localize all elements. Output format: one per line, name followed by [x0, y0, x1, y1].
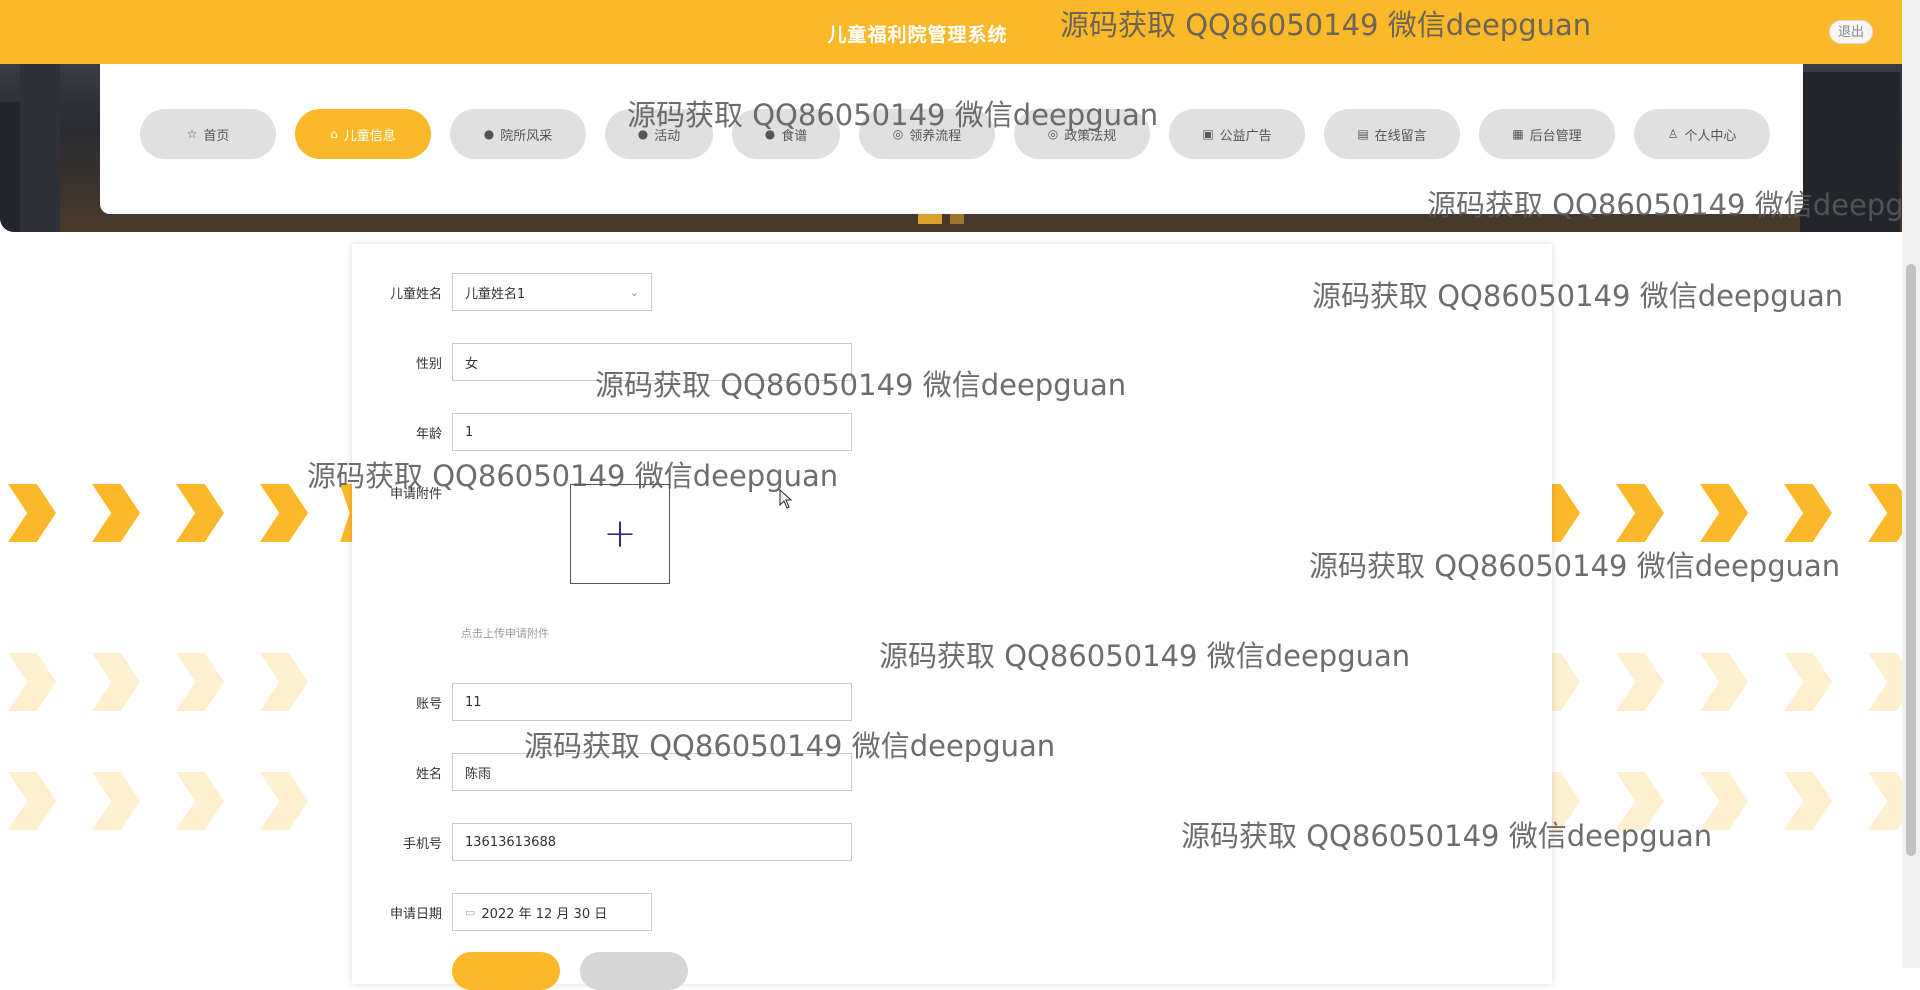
bag-icon: ⌂: [330, 127, 338, 141]
chevron-shape: [92, 484, 140, 542]
form-row-phone: 手机号 13613613688: [352, 823, 852, 861]
top-header: 儿童福利院管理系统 退出: [0, 0, 1902, 64]
watermark-text: 源码获取 QQ86050149 微信deepguan: [879, 639, 1411, 673]
grid-icon: ▦: [1512, 127, 1524, 141]
nav-label: 儿童信息: [343, 128, 396, 144]
info-icon: ●: [483, 127, 495, 141]
field-label: 年龄: [415, 426, 442, 442]
phone-input[interactable]: 13613613688: [452, 823, 852, 861]
chevron-shape: [1784, 484, 1832, 542]
account-input[interactable]: 11: [452, 683, 852, 721]
chevron-shape: [176, 484, 224, 542]
chevron-shape: [92, 653, 140, 711]
chevron-down-icon: ⌄: [629, 285, 639, 299]
camera-icon: ▣: [1202, 127, 1214, 141]
cancel-button[interactable]: [580, 952, 688, 990]
nav-item-style[interactable]: ● 院所风采: [450, 109, 586, 159]
user-icon: ♙: [1667, 127, 1679, 141]
nav-label: 公益广告: [1219, 128, 1272, 144]
form-row-child-name: 儿童姓名 儿童姓名1 ⌄: [352, 273, 652, 311]
chevron-shape: [260, 653, 308, 711]
chevron-shape: [1784, 772, 1832, 830]
nav-item-message[interactable]: ▤ 在线留言: [1324, 109, 1460, 159]
chevron-shape: [1616, 653, 1664, 711]
nav-item-home[interactable]: ☆ 首页: [140, 109, 276, 159]
watermark-text: 源码获取 QQ86050149 微信deepguan: [1309, 549, 1841, 583]
watermark-text: 源码获取 QQ86050149 微信deepguan: [1060, 8, 1592, 42]
watermark-text: 源码获取 QQ86050149 微信deepguan: [307, 459, 839, 493]
chevron-shape: [260, 484, 308, 542]
nav-label: 首页: [203, 128, 230, 144]
chevron-shape: [1616, 484, 1664, 542]
chevron-shape: [8, 772, 56, 830]
submit-button[interactable]: [452, 952, 560, 990]
nav-label: 在线留言: [1374, 128, 1427, 144]
chevron-shape: [8, 484, 56, 542]
watermark-text: 源码获取 QQ86050149 微信deepguan: [595, 368, 1127, 402]
field-label: 姓名: [415, 766, 442, 782]
nav-label: 院所风采: [500, 128, 553, 144]
printer-icon: ▤: [1357, 127, 1369, 141]
child-name-select[interactable]: 儿童姓名1 ⌄: [452, 273, 652, 311]
watermark-text: 源码获取 QQ86050149 微信deepguan: [524, 729, 1056, 763]
building-shape: [20, 64, 60, 232]
field-label: 手机号: [402, 836, 442, 852]
nav-label: 后台管理: [1529, 128, 1582, 144]
scrollbar-thumb[interactable]: [1906, 264, 1916, 856]
upload-hint: 点击上传申请附件: [461, 627, 549, 640]
chevron-shape: [92, 772, 140, 830]
field-label: 申请日期: [389, 906, 442, 922]
select-value: 儿童姓名1: [465, 286, 526, 302]
age-input[interactable]: 1: [452, 413, 852, 451]
field-label: 账号: [415, 696, 442, 712]
mouse-cursor-icon: [779, 489, 793, 509]
chevron-shape: [176, 653, 224, 711]
nav-item-profile[interactable]: ♙ 个人中心: [1634, 109, 1770, 159]
chevron-shape: [1700, 653, 1748, 711]
star-icon: ☆: [186, 127, 198, 141]
watermark-text: 源码获取 QQ86050149 微信deepguan: [1181, 819, 1713, 853]
watermark-text: 源码获取 QQ86050149 微信deepguan: [1312, 279, 1844, 313]
chevron-shape: [1700, 484, 1748, 542]
chevron-shape: [1784, 653, 1832, 711]
chevron-shape: [260, 772, 308, 830]
watermark-text: 源码获取 QQ86050149 微信deepguan: [1427, 188, 1920, 222]
field-label: 性别: [415, 356, 442, 372]
calendar-icon: ▭: [465, 905, 476, 919]
chevron-shape: [8, 653, 56, 711]
date-value: 2022 年 12 月 30 日: [481, 906, 608, 922]
watermark-text: 源码获取 QQ86050149 微信deepguan: [627, 98, 1159, 132]
upload-plus-button[interactable]: +: [570, 484, 670, 584]
apply-date-picker[interactable]: ▭ 2022 年 12 月 30 日: [452, 893, 652, 931]
chevron-shape: [176, 772, 224, 830]
nav-item-child-info[interactable]: ⌂ 儿童信息: [295, 109, 431, 159]
application-form: 儿童姓名 儿童姓名1 ⌄ 性别 女 年龄 1 申请附件 + 点击上传申请附件 账…: [352, 244, 1552, 990]
field-label: 儿童姓名: [389, 286, 442, 302]
form-row-apply-date: 申请日期 ▭ 2022 年 12 月 30 日: [352, 893, 652, 931]
plus-icon: +: [603, 511, 637, 557]
nav-item-ads[interactable]: ▣ 公益广告: [1169, 109, 1305, 159]
form-row-age: 年龄 1: [352, 413, 852, 451]
form-row-account: 账号 11: [352, 683, 852, 721]
nav-item-admin[interactable]: ▦ 后台管理: [1479, 109, 1615, 159]
nav-label: 个人中心: [1684, 128, 1737, 144]
logout-button[interactable]: 退出: [1829, 20, 1873, 44]
